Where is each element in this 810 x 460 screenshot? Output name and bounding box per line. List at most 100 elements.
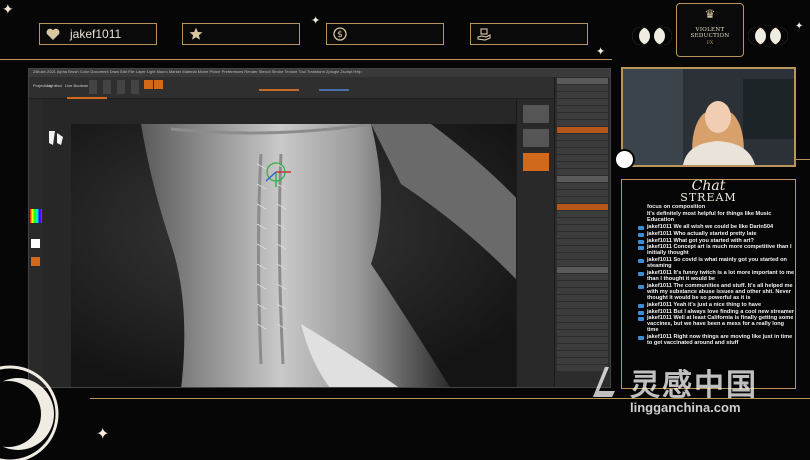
chat-text: We all wish we could be like Darin504 bbox=[673, 223, 774, 230]
divider-top-left bbox=[0, 59, 612, 60]
palette-row-active[interactable] bbox=[557, 204, 608, 210]
chat-username: jakef1011 bbox=[647, 230, 672, 237]
palette-row[interactable] bbox=[557, 323, 608, 329]
palette-row[interactable] bbox=[557, 211, 608, 217]
palette-row[interactable] bbox=[557, 260, 608, 266]
palette-row[interactable] bbox=[557, 134, 608, 140]
sparkle-icon: ✦ bbox=[596, 46, 606, 58]
palette-row[interactable] bbox=[557, 225, 608, 231]
palette-row[interactable] bbox=[557, 218, 608, 224]
toolbar-btn-lightbox[interactable]: Lightbox bbox=[47, 83, 62, 88]
chat-message: jakef1011 The communities and stuff. It'… bbox=[638, 283, 795, 302]
main-color-swatch[interactable] bbox=[31, 239, 40, 248]
palette-row[interactable] bbox=[557, 274, 608, 280]
chat-message: It's definitely most helpful for things … bbox=[647, 210, 795, 224]
brush-slot[interactable] bbox=[89, 80, 97, 94]
logo-line1: VIOLENT SEDUCTION bbox=[690, 27, 730, 39]
palette-row[interactable] bbox=[557, 267, 608, 273]
palette-row[interactable] bbox=[557, 232, 608, 238]
palette-row[interactable] bbox=[557, 113, 608, 119]
palette-row[interactable] bbox=[557, 281, 608, 287]
palette-row[interactable] bbox=[557, 302, 608, 308]
zadd-slider[interactable] bbox=[259, 89, 299, 91]
zbrush-left-shelf[interactable] bbox=[29, 99, 43, 387]
stroke-preview[interactable] bbox=[47, 129, 65, 149]
sub-badge-icon bbox=[638, 336, 644, 341]
zbrush-toolbar[interactable]: Projection Lightbox Live Boolean bbox=[29, 77, 610, 99]
chat-text: What got you started with art? bbox=[673, 237, 754, 244]
palette-row[interactable] bbox=[557, 309, 608, 315]
palette-row[interactable] bbox=[557, 288, 608, 294]
latest-subscriber-box bbox=[182, 23, 300, 45]
rgb-slider[interactable] bbox=[319, 89, 349, 91]
palette-row[interactable] bbox=[557, 169, 608, 175]
tool-thumbnail[interactable] bbox=[522, 105, 549, 123]
tool-thumbnail[interactable] bbox=[522, 129, 549, 147]
chat-message: jakef1011 So covid is what mainly got yo… bbox=[638, 257, 795, 270]
color-picker[interactable] bbox=[30, 209, 42, 223]
latest-donation-box: $ bbox=[326, 23, 444, 45]
palette-row[interactable] bbox=[557, 295, 608, 301]
palette-row[interactable] bbox=[557, 141, 608, 147]
palette-row[interactable] bbox=[557, 316, 608, 322]
palette-row[interactable] bbox=[557, 85, 608, 91]
watermark-url: lingganchina.com bbox=[630, 400, 741, 415]
palette-row-active[interactable] bbox=[557, 127, 608, 133]
toolbar-btn-liveboolean[interactable]: Live Boolean bbox=[65, 83, 88, 88]
palette-row[interactable] bbox=[557, 78, 608, 84]
palette-row[interactable] bbox=[557, 330, 608, 336]
palette-row[interactable] bbox=[557, 183, 608, 189]
zbrush-menubar[interactable]: ZBrush 2021 Alpha Brush Color Document D… bbox=[29, 69, 610, 77]
svg-text:$: $ bbox=[337, 30, 343, 40]
palette-row[interactable] bbox=[557, 344, 608, 350]
palette-row[interactable] bbox=[557, 99, 608, 105]
watermark-cn-text: 灵感中国 bbox=[630, 368, 758, 403]
palette-row[interactable] bbox=[557, 253, 608, 259]
chat-text: But I always love finding a cool new str… bbox=[673, 308, 795, 315]
sparkle-icon: ✦ bbox=[311, 15, 321, 27]
webcam-feed bbox=[621, 67, 796, 167]
chat-message: jakef1011 Concept art is much more compe… bbox=[638, 244, 795, 257]
gift-hand-icon bbox=[477, 27, 491, 41]
chat-message: jakef1011 Right now things are moving li… bbox=[638, 334, 795, 347]
palette-row[interactable] bbox=[557, 337, 608, 343]
zbrush-window[interactable]: ZBrush 2021 Alpha Brush Color Document D… bbox=[28, 68, 611, 388]
tool-thumbnail[interactable] bbox=[522, 153, 549, 171]
star-icon bbox=[189, 27, 203, 41]
zbrush-tool-palette[interactable] bbox=[554, 77, 610, 387]
palette-row[interactable] bbox=[557, 190, 608, 196]
zbrush-canvas[interactable] bbox=[71, 124, 556, 387]
palette-row[interactable] bbox=[557, 148, 608, 154]
palette-row[interactable] bbox=[557, 176, 608, 182]
brush-slot[interactable] bbox=[117, 80, 125, 94]
palette-row[interactable] bbox=[557, 120, 608, 126]
zbrush-tool-thumbnails[interactable] bbox=[516, 99, 554, 387]
sub-badge-icon bbox=[638, 284, 644, 289]
brush-slot[interactable] bbox=[131, 80, 139, 94]
sparkle-icon: ✦ bbox=[2, 1, 14, 17]
palette-row[interactable] bbox=[557, 155, 608, 161]
moon-phase-icon bbox=[654, 27, 672, 45]
brush-slot[interactable] bbox=[103, 80, 111, 94]
orange-tool-button[interactable] bbox=[144, 80, 153, 89]
orange-tool-button[interactable] bbox=[154, 80, 163, 89]
sculpt-model bbox=[141, 124, 556, 387]
palette-row[interactable] bbox=[557, 92, 608, 98]
chat-username: jakef1011 bbox=[647, 308, 672, 315]
brand-logo: ♛ VIOLENT SEDUCTION FX bbox=[676, 3, 744, 57]
palette-row[interactable] bbox=[557, 162, 608, 168]
palette-row[interactable] bbox=[557, 246, 608, 252]
chat-text: Yeah it's just a nice thing to have bbox=[673, 301, 762, 308]
palette-row[interactable] bbox=[557, 351, 608, 357]
secondary-color-swatch[interactable] bbox=[31, 257, 40, 266]
palette-row[interactable] bbox=[557, 106, 608, 112]
chat-text: It's definitely most helpful for things … bbox=[647, 210, 772, 223]
palette-row[interactable] bbox=[557, 239, 608, 245]
palette-row[interactable] bbox=[557, 197, 608, 203]
heart-icon bbox=[46, 27, 60, 41]
chat-username: jakef1011 bbox=[647, 301, 672, 308]
sub-badge-icon bbox=[638, 225, 644, 230]
sparkle-icon: ✦ bbox=[795, 21, 804, 32]
moon-phase-icon bbox=[770, 27, 788, 45]
sub-badge-icon bbox=[638, 239, 644, 244]
